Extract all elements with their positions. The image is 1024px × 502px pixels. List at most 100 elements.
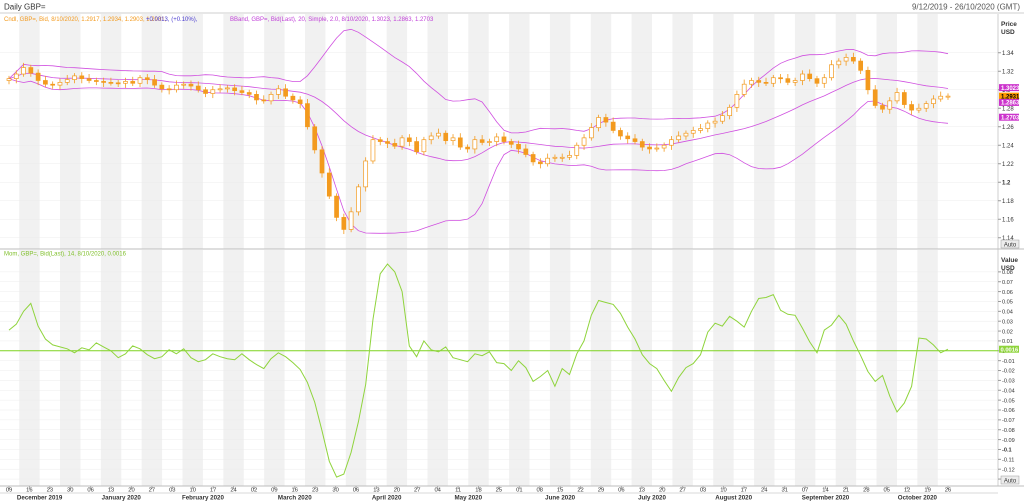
x-day-label: 27 <box>679 488 685 494</box>
candle-body <box>647 146 652 150</box>
momentum-band-stripe <box>835 250 857 486</box>
candle-body <box>239 90 245 93</box>
momentum-tick-label: -0.11 <box>1002 458 1014 464</box>
price-band-stripe <box>19 14 40 249</box>
candle-body <box>800 73 805 81</box>
auto-button-bottom[interactable]: Auto <box>1000 475 1020 485</box>
candle-body <box>770 77 776 84</box>
candle-body <box>814 78 820 84</box>
momentum-band-stripe <box>713 250 734 486</box>
x-day-label: 10 <box>720 488 726 494</box>
x-day-label: 29 <box>598 488 604 494</box>
x-day-label: 31 <box>781 488 787 494</box>
price-band-stripe <box>754 14 775 249</box>
candle-body <box>436 132 441 137</box>
momentum-band-stripe <box>386 250 408 486</box>
momentum-axis: Value USD 0.080.070.060.050.040.030.020.… <box>998 257 1019 483</box>
x-day-label: 06 <box>618 488 624 494</box>
price-band-stripe <box>794 14 816 249</box>
candle-body <box>559 156 565 159</box>
auto-button-top[interactable]: Auto <box>1000 239 1020 249</box>
change-legend: +0.0013, (+0.10%), <box>146 17 198 23</box>
momentum-tick-label: -0.05 <box>1002 398 1015 404</box>
candle-body <box>916 107 922 111</box>
candle-body <box>821 77 827 84</box>
candle-body <box>57 81 63 86</box>
candle-body <box>538 161 543 165</box>
x-month-label: April 2020 <box>372 495 402 502</box>
momentum-tick-label: -0.04 <box>1002 388 1015 394</box>
momentum-band-stripe <box>60 250 81 486</box>
momentum-tick-label: -0.08 <box>1002 428 1015 434</box>
price-grid <box>19 14 938 249</box>
candle-body <box>188 83 194 87</box>
momentum-tick-label: 0.03 <box>1002 319 1013 325</box>
x-month-label: February 2020 <box>182 495 225 502</box>
candle-body <box>406 137 412 142</box>
x-day-label: 16 <box>292 488 298 494</box>
candle-body <box>508 141 514 145</box>
candle-body <box>618 130 623 137</box>
price-tick-label: 1.16 <box>1002 217 1014 223</box>
x-day-label: 06 <box>353 488 359 494</box>
candle-body <box>152 79 157 86</box>
candle-body <box>137 77 143 84</box>
x-day-label: 24 <box>230 488 237 494</box>
x-month-label: January 2020 <box>102 495 142 502</box>
momentum-tick-label: -0.07 <box>1002 418 1015 424</box>
momentum-legend: Mom, GBP=, Bid(Last), 14, 8/10/2020, 0.0… <box>4 252 127 258</box>
candle-body <box>465 146 470 150</box>
momentum-band-stripe <box>182 250 203 486</box>
candle-body <box>865 69 871 91</box>
candle-body <box>363 160 369 188</box>
candle-body <box>159 84 165 90</box>
price-tick-label: 1.28 <box>1002 106 1014 112</box>
momentum-band-stripe <box>631 250 653 486</box>
price-tick-label: 1.26 <box>1002 125 1014 131</box>
candle-body <box>225 87 230 90</box>
candle-body <box>93 80 99 82</box>
candle-body <box>130 81 136 84</box>
momentum-pane[interactable]: Mom, GBP=, Bid(Last), 14, 8/10/2020, 0.0… <box>0 250 998 486</box>
candle-body <box>79 75 85 79</box>
price-pane[interactable]: Cndl, GBP=, Bid, 8/10/2020, 1.2917, 1.29… <box>0 14 998 249</box>
candle-body <box>195 85 201 91</box>
candle-body <box>843 57 849 62</box>
momentum-band-stripe <box>427 250 448 486</box>
momentum-band-stripe <box>19 250 40 486</box>
candle-body <box>676 135 682 141</box>
candle-body <box>683 132 689 137</box>
chart-canvas: Daily GBP= 9/12/2019 - 26/10/2020 (GMT) … <box>0 0 1024 502</box>
candle-body <box>28 67 34 74</box>
candle-body <box>494 136 500 142</box>
candle-body <box>909 104 914 111</box>
x-month-label: August 2020 <box>715 495 752 502</box>
svg-text:1.3023: 1.3023 <box>1001 86 1020 92</box>
momentum-band-stripe <box>468 250 489 486</box>
x-day-label: 28 <box>863 488 869 494</box>
momentum-tick-label: -0.06 <box>1002 408 1015 414</box>
x-day-label: 10 <box>189 488 195 494</box>
candle-body <box>712 120 718 124</box>
price-band-stripe <box>590 14 612 249</box>
momentum-tick-label: -0.03 <box>1002 379 1015 385</box>
lower-band-badge: 1.2703 <box>999 113 1020 121</box>
candle-body <box>377 139 383 142</box>
x-day-label: 12 <box>904 488 910 494</box>
momentum-tick-label: -0.1 <box>1002 448 1012 454</box>
candle-body <box>341 217 347 230</box>
price-tick-label: 1.24 <box>1002 143 1014 149</box>
price-band-stripe <box>223 14 244 249</box>
momentum-tick-label: 0.04 <box>1002 310 1013 316</box>
candle-body <box>370 139 376 162</box>
candle-body <box>567 155 572 158</box>
x-day-label: 13 <box>639 488 645 494</box>
candle-body <box>923 103 929 109</box>
x-day-label: 18 <box>475 488 481 494</box>
candle-body <box>698 128 703 131</box>
candle-body <box>479 139 485 143</box>
x-day-label: 06 <box>87 488 93 494</box>
candle-body <box>887 100 893 110</box>
momentum-tick-label: 0.01 <box>1002 339 1013 345</box>
candle-body <box>399 137 405 147</box>
